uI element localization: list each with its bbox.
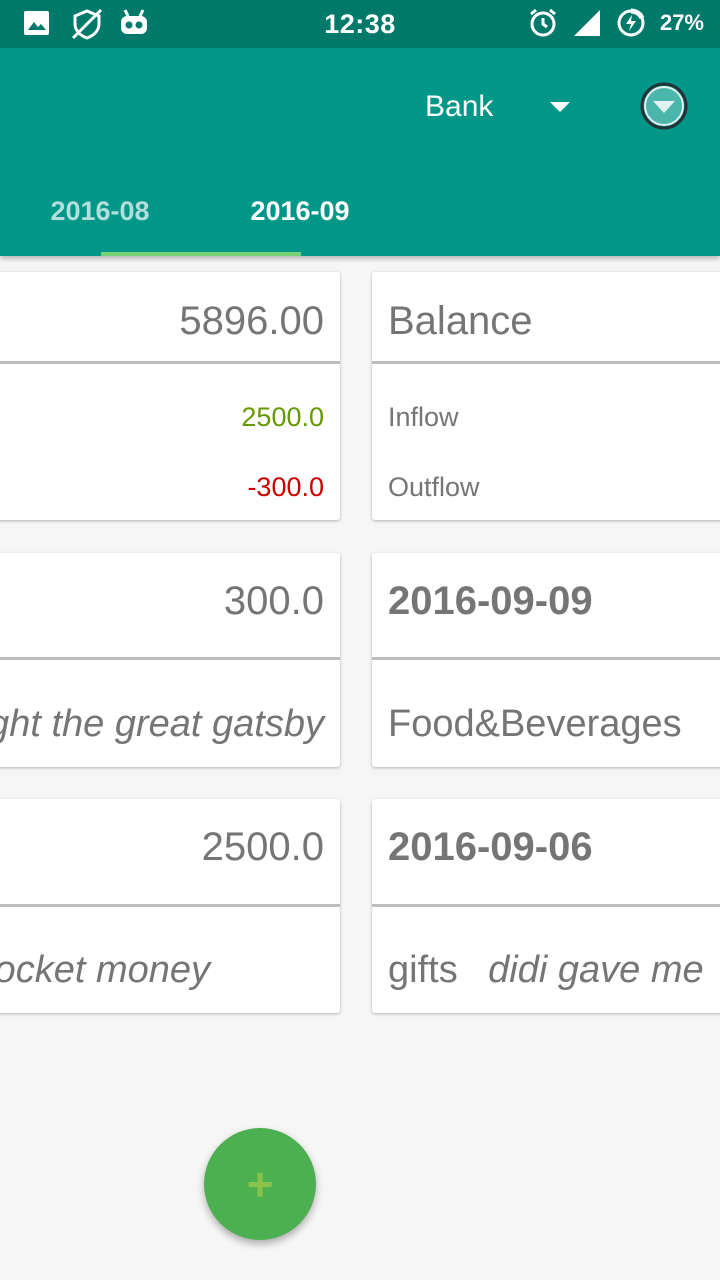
balance-label: Balance [388, 299, 533, 343]
add-transaction-button[interactable]: + [204, 1128, 316, 1240]
balance-value: 5896.00 [179, 299, 324, 343]
transaction-date-row: 2016-09-06 [372, 799, 720, 907]
battery-percent: 27% [659, 10, 704, 35]
app-bar: Bank 2016-08 2016-09 [0, 48, 720, 256]
transaction-amount: 300.0 [223, 579, 324, 623]
outflow-value: -300.0 [247, 472, 324, 502]
transaction-detail-card[interactable]: 2016-09-09 Food&Beverages [372, 553, 720, 767]
summary-labels-card[interactable]: Balance Inflow Outflow [372, 272, 720, 520]
transaction-amount-row: 300.0 [0, 553, 340, 660]
tab-2016-08[interactable]: 2016-08 [0, 178, 200, 256]
transaction-note: pocket money [0, 949, 210, 991]
alarm-icon [528, 8, 558, 38]
chevron-down-icon [550, 102, 570, 112]
transaction-description: didi gave me [488, 949, 704, 991]
plus-icon: + [246, 1158, 274, 1210]
transaction-category: Food&Beverages [388, 703, 682, 745]
outflow-label: Outflow [388, 472, 480, 502]
month-tabs: 2016-08 2016-09 [0, 178, 720, 256]
balance-label-row: Balance [372, 272, 720, 364]
inflow-value: 2500.0 [241, 402, 324, 432]
transaction-detail-text: gifts didi gave me [388, 949, 704, 992]
account-dropdown[interactable]: Bank [405, 78, 595, 138]
account-dropdown-label: Bank [425, 90, 494, 123]
transaction-note: bought the great gatsby [0, 703, 324, 745]
transaction-amount-row: 2500.0 [0, 799, 340, 907]
inflow-label: Inflow [388, 402, 459, 432]
tab-indicator [101, 252, 301, 256]
status-right-icons: 27% [528, 8, 704, 38]
transaction-detail-card[interactable]: 2016-09-06 gifts didi gave me [372, 799, 720, 1013]
transaction-date: 2016-09-06 [388, 825, 593, 869]
transaction-date: 2016-09-09 [388, 579, 593, 623]
transaction-amount-card[interactable]: 2500.0 pocket money [0, 799, 340, 1013]
transaction-category: gifts [388, 949, 458, 991]
balance-value-row: 5896.00 [0, 272, 340, 364]
signal-icon [572, 8, 602, 38]
tab-2016-09[interactable]: 2016-09 [200, 178, 400, 256]
transaction-amount-card[interactable]: 300.0 bought the great gatsby [0, 553, 340, 767]
battery-charging-icon [616, 8, 646, 38]
transaction-amount: 2500.0 [201, 825, 324, 869]
transaction-date-row: 2016-09-09 [372, 553, 720, 660]
status-bar: 12:38 27% [0, 0, 720, 48]
filter-button[interactable] [638, 80, 690, 132]
summary-values-card[interactable]: 5896.00 2500.0 -300.0 [0, 272, 340, 520]
circle-down-arrow-icon [640, 82, 688, 130]
